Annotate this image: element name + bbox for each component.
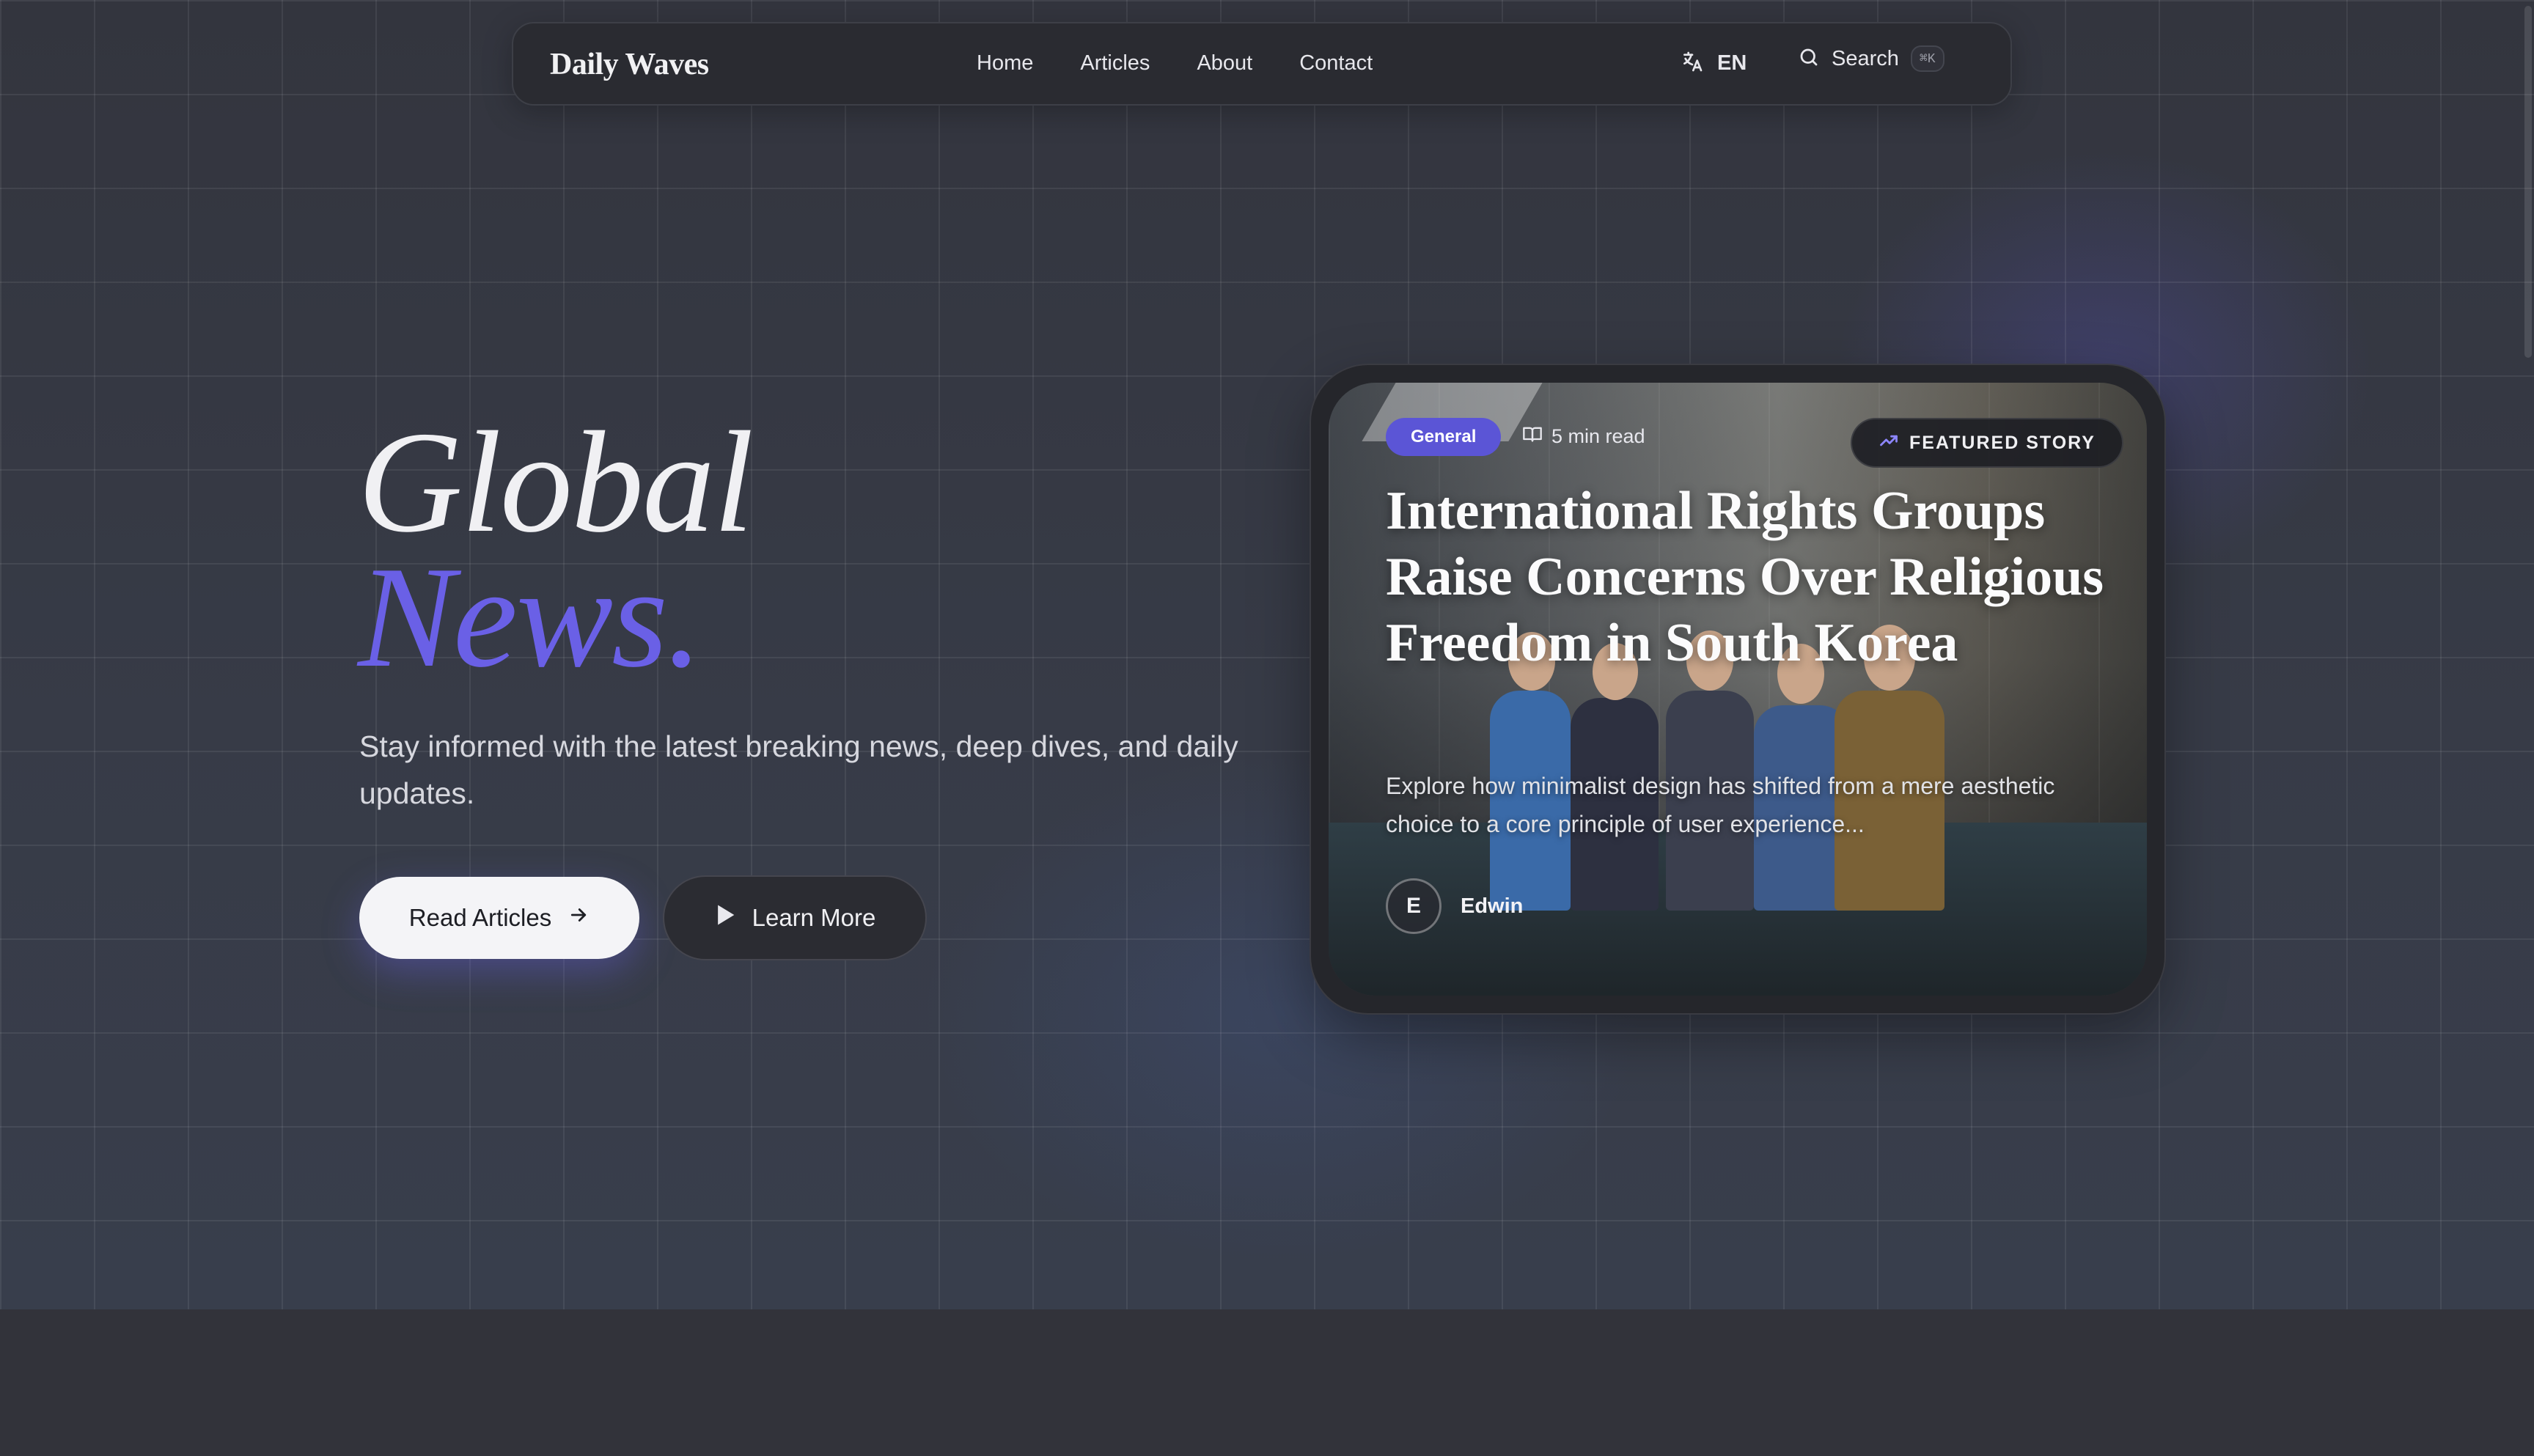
site-logo[interactable]: Daily Waves: [550, 47, 709, 82]
author-info[interactable]: E Edwin: [1386, 878, 1523, 934]
read-articles-label: Read Articles: [408, 904, 552, 931]
nav-link-home[interactable]: Home: [977, 51, 1033, 76]
search-label: Search: [1832, 46, 1899, 70]
nav-link-about[interactable]: About: [1197, 51, 1252, 76]
read-articles-button[interactable]: Read Articles: [359, 877, 639, 959]
search-shortcut: ⌘K: [1910, 45, 1944, 72]
featured-excerpt: Explore how minimalist design has shifte…: [1386, 773, 2055, 837]
language-label: EN: [1717, 51, 1747, 75]
search-button[interactable]: Search ⌘K: [1798, 45, 1944, 72]
page-bottom-band: [0, 1309, 2534, 1456]
featured-story-card[interactable]: General 5 min read FEATURED STORY Intern…: [1329, 383, 2147, 996]
top-navigation: Daily Waves Home Articles About Contact …: [512, 22, 2012, 106]
translate-icon: [1681, 50, 1704, 77]
hero-section: Global News. Stay informed with the late…: [0, 0, 2534, 1309]
hero-subtitle: Stay informed with the latest breaking n…: [359, 729, 1238, 810]
read-time: 5 min read: [1522, 424, 1645, 449]
author-name: Edwin: [1461, 894, 1524, 918]
hero-title-line1: Global: [358, 402, 754, 562]
featured-story-label: FEATURED STORY: [1909, 432, 2096, 453]
trending-up-icon: [1879, 430, 1899, 456]
search-icon: [1798, 46, 1820, 72]
scrollbar-thumb[interactable]: [2524, 6, 2532, 358]
learn-more-button[interactable]: Learn More: [663, 875, 927, 960]
nav-links: Home Articles About Contact: [977, 51, 1373, 76]
play-icon: [714, 903, 736, 933]
language-switcher[interactable]: EN: [1681, 50, 1747, 77]
category-badge[interactable]: General: [1386, 418, 1502, 456]
read-time-text: 5 min read: [1551, 425, 1645, 447]
hero-title-line2: News.: [358, 537, 703, 697]
nav-link-contact[interactable]: Contact: [1299, 51, 1373, 76]
featured-headline[interactable]: International Rights Groups Raise Concer…: [1386, 478, 2104, 676]
book-open-icon: [1522, 424, 1543, 449]
avatar: E: [1386, 878, 1442, 934]
nav-link-articles[interactable]: Articles: [1080, 51, 1150, 76]
page-scrollbar[interactable]: [2522, 0, 2534, 1456]
arrow-right-icon: [568, 904, 590, 932]
featured-story-badge: FEATURED STORY: [1851, 418, 2123, 468]
learn-more-label: Learn More: [752, 904, 876, 931]
